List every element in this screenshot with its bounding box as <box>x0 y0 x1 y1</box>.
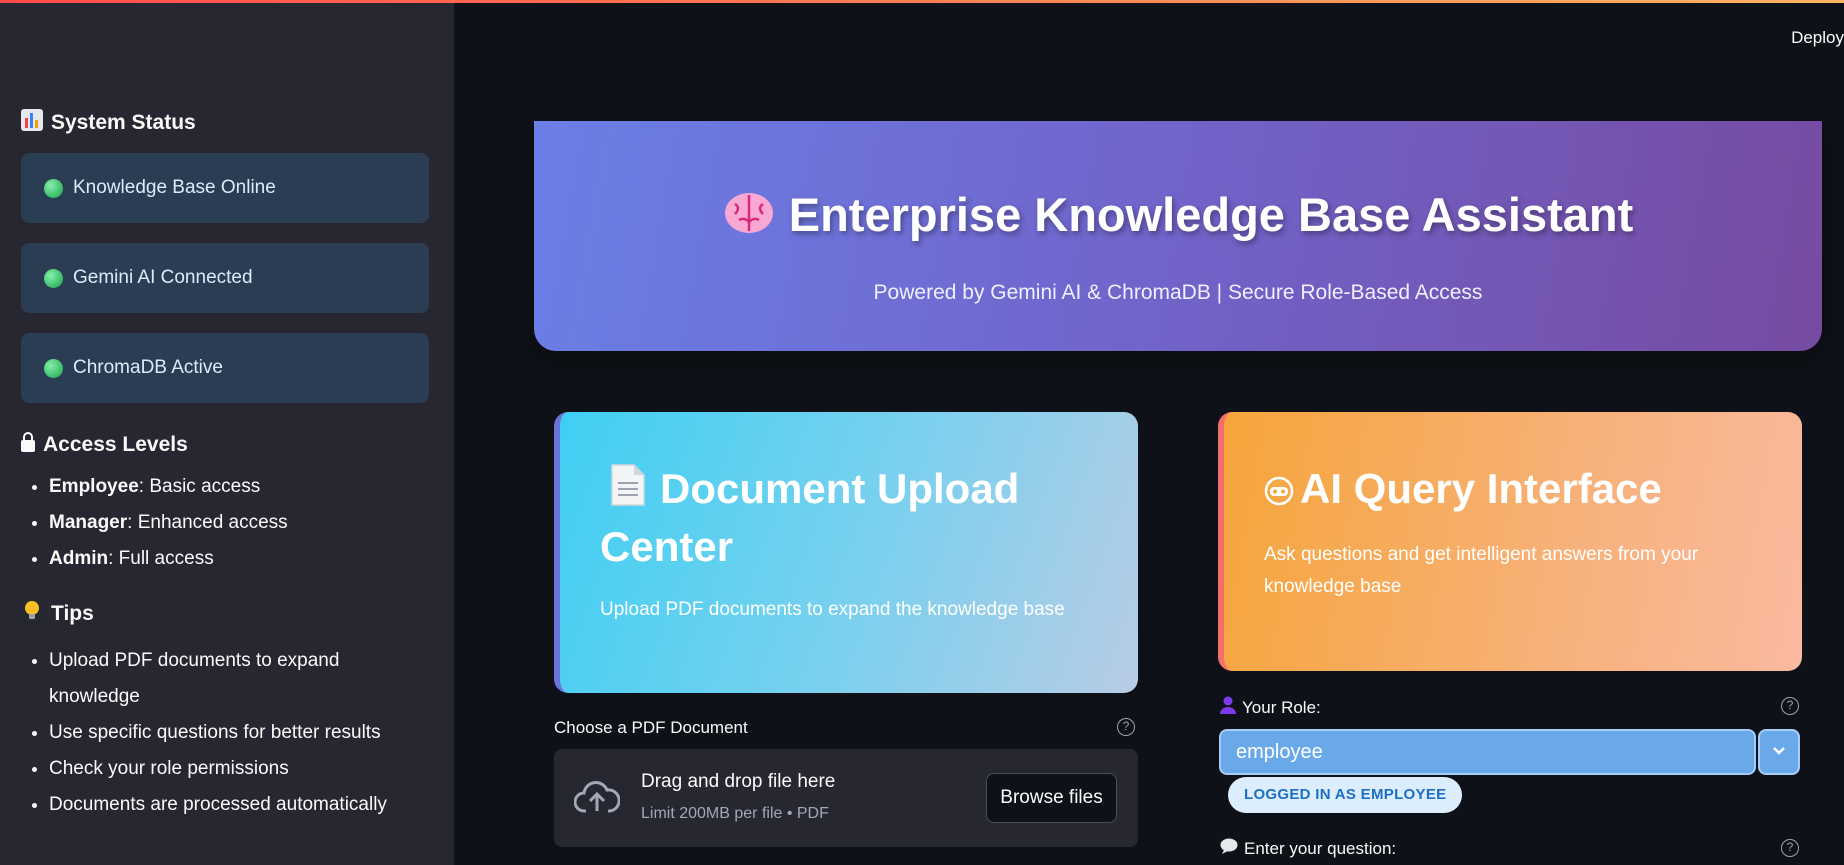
page-title: Enterprise Knowledge Base Assistant <box>788 188 1634 241</box>
sidebar: System Status Knowledge Base Online Gemi… <box>0 3 454 865</box>
document-upload-card: Document Upload Center Upload PDF docume… <box>554 412 1138 693</box>
tips-list: Upload PDF documents to expand knowledge… <box>21 643 429 823</box>
upload-card-description: Upload PDF documents to expand the knowl… <box>600 599 1065 621</box>
chevron-down-icon <box>1772 743 1786 761</box>
hero-banner: Enterprise Knowledge Base Assistant Powe… <box>534 121 1822 351</box>
field-label-text: Your Role: <box>1242 697 1321 717</box>
deploy-button[interactable]: Deploy <box>1791 28 1844 48</box>
pdf-uploader-label: Choose a PDF Document <box>554 718 748 738</box>
lock-icon <box>21 431 35 459</box>
document-icon <box>610 463 646 520</box>
status-knowledge-base: Knowledge Base Online <box>21 153 429 223</box>
list-item: Upload PDF documents to expand knowledge <box>49 643 429 715</box>
access-levels-title: Access Levels <box>43 433 188 456</box>
upload-card-title: Document Upload Center <box>600 465 1020 571</box>
field-label-text: Choose a PDF Document <box>554 718 748 737</box>
field-label-text: Enter your question: <box>1244 838 1397 858</box>
tips-title: Tips <box>51 602 94 625</box>
status-label: Knowledge Base Online <box>73 177 276 198</box>
person-icon <box>1220 696 1236 719</box>
role-dropdown-toggle[interactable] <box>1758 729 1800 775</box>
tips-heading: Tips <box>21 599 429 629</box>
dropzone-title: Drag and drop file here <box>641 771 836 792</box>
brain-icon <box>723 190 775 247</box>
ai-query-card: AI Query Interface Ask questions and get… <box>1218 412 1802 671</box>
query-card-title-row: AI Query Interface <box>1264 462 1762 519</box>
status-gemini: Gemini AI Connected <box>21 243 429 313</box>
list-item: Check your role permissions <box>49 751 429 787</box>
green-circle-icon <box>44 178 63 198</box>
role-status-badge: LOGGED IN AS EMPLOYEE <box>1228 777 1463 813</box>
green-circle-icon <box>44 358 63 378</box>
green-circle-icon <box>44 268 63 288</box>
help-icon[interactable]: ? <box>1781 697 1799 715</box>
file-dropzone[interactable]: Drag and drop file here Limit 200MB per … <box>554 749 1138 847</box>
list-item: Documents are processed automatically <box>49 787 429 823</box>
robot-icon <box>1264 465 1294 519</box>
list-item: Manager: Enhanced access <box>49 505 429 541</box>
dropzone-limit: Limit 200MB per file • PDF <box>641 805 829 822</box>
role-label: Your Role: <box>1220 696 1321 719</box>
status-label: ChromaDB Active <box>73 357 223 378</box>
status-label: Gemini AI Connected <box>73 267 253 288</box>
status-chromadb: ChromaDB Active <box>21 333 429 403</box>
lightbulb-icon <box>21 599 43 629</box>
list-item: Admin: Full access <box>49 541 429 577</box>
role-select[interactable]: employee <box>1219 729 1756 775</box>
bar-chart-icon <box>21 109 43 137</box>
access-levels-heading: Access Levels <box>21 431 429 459</box>
browse-files-button[interactable]: Browse files <box>986 773 1117 823</box>
help-icon[interactable]: ? <box>1781 839 1799 857</box>
query-card-description: Ask questions and get intelligent answer… <box>1264 543 1699 597</box>
help-icon[interactable]: ? <box>1117 718 1135 736</box>
query-card-title: AI Query Interface <box>1300 465 1662 512</box>
hero-title-row: Enterprise Knowledge Base Assistant <box>534 187 1822 247</box>
list-item: Use specific questions for better result… <box>49 715 429 751</box>
cloud-upload-icon <box>573 779 621 818</box>
system-status-heading: System Status <box>21 109 429 137</box>
system-status-title: System Status <box>51 111 196 134</box>
hero-subtitle: Powered by Gemini AI & ChromaDB | Secure… <box>873 281 1483 304</box>
speech-bubble-icon <box>1220 838 1238 859</box>
upload-card-title-row: Document Upload Center <box>600 462 1138 574</box>
access-levels-list: Employee: Basic access Manager: Enhanced… <box>21 469 429 577</box>
question-label: Enter your question: <box>1220 838 1396 859</box>
list-item: Employee: Basic access <box>49 469 429 505</box>
